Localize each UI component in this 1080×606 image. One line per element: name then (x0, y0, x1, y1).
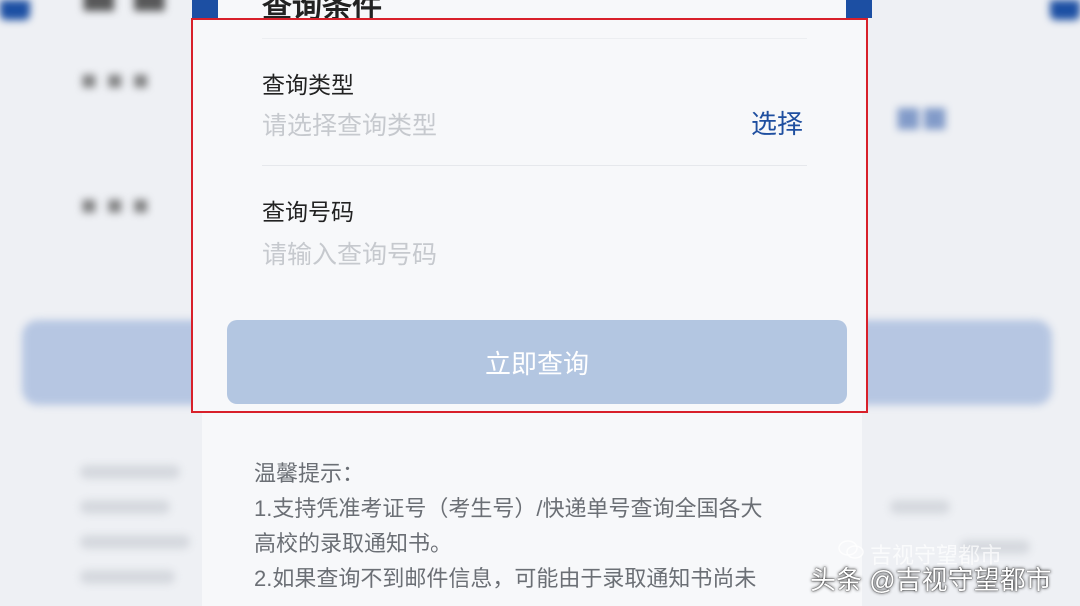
submit-query-button[interactable]: 立即查询 (227, 320, 847, 404)
bg-line (80, 535, 190, 549)
bg-header-edge-left (0, 0, 30, 20)
tips-section: 温馨提示： 1.支持凭准考证号（考生号）/快递单号查询全国各大 高校的录取通知书… (254, 456, 834, 596)
bg-line (80, 570, 175, 584)
header-accent-left (192, 0, 218, 18)
query-number-label: 查询号码 (262, 199, 354, 225)
wechat-icon (838, 540, 864, 559)
header-accent-right (846, 0, 872, 18)
bg-line (80, 500, 170, 514)
divider (262, 165, 807, 166)
tips-heading: 温馨提示： (254, 461, 365, 486)
bg-label: ▪ ▪ ▪ (80, 190, 150, 220)
query-type-field[interactable]: 请选择查询类型 (262, 106, 437, 142)
bg-title: ■ ■ (80, 0, 168, 16)
bg-header-edge-right (1050, 0, 1080, 20)
bg-line (80, 465, 180, 479)
select-button[interactable]: 选择 (751, 104, 803, 141)
watermark: 头条 @吉视守望都市 (810, 565, 1052, 595)
tips-line: 1.支持凭准考证号（考生号）/快递单号查询全国各大 (254, 496, 763, 521)
bg-label: ▪ ▪ ▪ (80, 65, 150, 95)
divider (262, 38, 807, 39)
bg-select: ■■ (895, 100, 948, 133)
query-number-input[interactable]: 请输入查询号码 (262, 235, 437, 271)
bg-line (890, 500, 950, 514)
tips-line: 高校的录取通知书。 (254, 531, 453, 556)
query-type-label: 查询类型 (262, 72, 354, 98)
tips-line: 2.如果查询不到邮件信息，可能由于录取通知书尚未 (254, 566, 757, 591)
